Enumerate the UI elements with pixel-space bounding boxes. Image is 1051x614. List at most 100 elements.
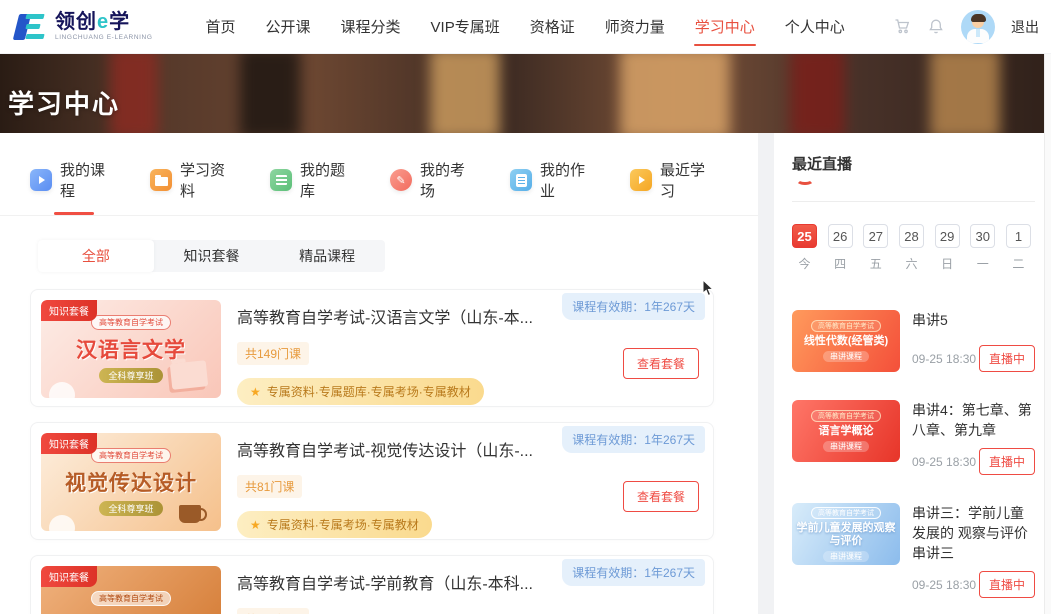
calendar-day-29[interactable]: 29 日 [935,224,960,272]
panel-gap [758,133,774,614]
calendar-day-28[interactable]: 28 六 [899,224,924,272]
filter-tab-premium-courses[interactable]: 精品课程 [269,240,385,272]
calendar-day-30[interactable]: 30 一 [970,224,995,272]
tab-recent-learning[interactable]: 最近学习 [630,159,714,215]
live-sidebar: 最近直播 25 今 26 四 27 五 28 六 29 日 [774,133,1051,614]
live-thumbnail[interactable]: 高等教育自学考试 学前儿童发展的观察与评价 串讲课程 [792,503,900,565]
course-card[interactable]: 知识套餐 高等教育自学考试 学前教育 高等教育自学考试-学前教育（山东-本科..… [30,555,714,614]
course-title: 高等教育自学考试-汉语言文学（山东-本... [237,304,533,328]
play-icon [30,169,52,191]
thumbnail-ribbon: 全科尊享班 [99,368,162,383]
course-thumbnail[interactable]: 知识套餐 高等教育自学考试 视觉传达设计 全科尊享班 [41,433,221,531]
cart-icon[interactable] [893,18,911,36]
user-avatar[interactable] [961,10,995,44]
logout-button[interactable]: 退出 [1011,17,1039,37]
live-time: 09-25 18:30 [912,455,976,469]
nav-item-faculty[interactable]: 师资力量 [590,0,680,53]
thumbnail-title: 视觉传达设计 [65,467,197,497]
tv-play-icon [630,169,652,191]
pencil-icon: ✎ [390,169,412,191]
live-title: 串讲4：第七章、第八章、第九章 [912,400,1035,440]
divider [792,201,1035,202]
live-title: 串讲三：学前儿童发展的 观察与评价串讲三 [912,503,1035,563]
nav-item-learning-center[interactable]: 学习中心 [680,0,770,53]
live-calendar: 25 今 26 四 27 五 28 六 29 日 30 一 [792,224,1035,272]
filter-tab-all[interactable]: 全部 [38,240,154,272]
live-time: 09-25 18:30 [912,578,976,592]
live-panel-title: 最近直播 [792,153,1035,174]
star-icon: ★ [250,385,261,399]
live-thumbnail[interactable]: 高等教育自学考试 线性代数(经管类) 串讲课程 [792,310,900,372]
tab-exam-room[interactable]: ✎ 我的考场 [390,159,474,215]
nav-item-certificates[interactable]: 资格证 [515,0,590,53]
live-thumbnail[interactable]: 高等教育自学考试 语言学概论 串讲课程 [792,400,900,462]
brand-logo-icon [14,13,48,41]
course-title: 高等教育自学考试-学前教育（山东-本科... [237,570,533,594]
features-pill: ★ 专属资料·专属题库·专属考场·专属教材 [237,378,484,405]
calendar-day-26[interactable]: 26 四 [828,224,853,272]
thumbnail-tag: 高等教育自学考试 [91,448,171,463]
nav-item-personal-center[interactable]: 个人中心 [770,0,860,53]
nav-item-course-categories[interactable]: 课程分类 [326,0,416,53]
title-underline-arc [796,175,814,185]
hero-banner: 学习中心 [0,54,1051,133]
tab-study-materials[interactable]: 学习资料 [150,159,234,215]
top-navbar: 领创e学 LINGCHUANG E-LEARNING 首页 公开课 课程分类 V… [0,0,1051,54]
tab-question-bank[interactable]: 我的题库 [270,159,354,215]
package-badge: 知识套餐 [41,433,97,454]
calendar-day-27[interactable]: 27 五 [863,224,888,272]
cup-illustration [179,505,201,523]
nav-item-vip-class[interactable]: VIP专属班 [416,0,515,53]
thumbnail-ribbon: 全科尊享班 [99,501,162,516]
validity-badge: 课程有效期：1年267天 [562,559,705,586]
page-title: 学习中心 [8,84,120,121]
course-thumbnail[interactable]: 知识套餐 高等教育自学考试 汉语言文学 全科尊享班 [41,300,221,398]
live-now-button[interactable]: 直播中 [979,571,1035,598]
nav-item-home[interactable]: 首页 [190,0,250,53]
nav-item-open-courses[interactable]: 公开课 [251,0,326,53]
package-badge: 知识套餐 [41,300,97,321]
view-package-button[interactable]: 查看套餐 [623,348,699,379]
tab-homework[interactable]: 我的作业 [510,159,594,215]
live-item[interactable]: 高等教育自学考试 学前儿童发展的观察与评价 串讲课程 串讲三：学前儿童发展的 观… [792,503,1035,598]
thumbnail-title: 学前教育 [87,610,175,614]
main-nav: 首页 公开课 课程分类 VIP专属班 资格证 师资力量 学习中心 个人中心 [190,0,859,53]
thumbnail-title: 汉语言文学 [76,334,186,364]
filter-tabs: 全部 知识套餐 精品课程 [38,240,385,272]
tab-my-courses[interactable]: 我的课程 [30,159,114,215]
course-list: 知识套餐 高等教育自学考试 汉语言文学 全科尊享班 高等教育自学考试-汉语言文学… [30,289,714,614]
package-badge: 知识套餐 [41,566,97,587]
course-count-tag: 共81门课 [237,475,302,498]
live-now-button[interactable]: 直播中 [979,345,1035,372]
view-package-button[interactable]: 查看套餐 [623,481,699,512]
live-item[interactable]: 高等教育自学考试 语言学概论 串讲课程 串讲4：第七章、第八章、第九章 09-2… [792,400,1035,475]
folder-icon [150,169,172,191]
thumbnail-tag: 高等教育自学考试 [91,315,171,330]
brand-logo[interactable]: 领创e学 LINGCHUANG E-LEARNING [14,12,152,42]
scrollbar[interactable] [1044,54,1051,614]
course-card[interactable]: 知识套餐 高等教育自学考试 视觉传达设计 全科尊享班 高等教育自学考试-视觉传达… [30,422,714,540]
main-panel: 我的课程 学习资料 我的题库 ✎ 我的考场 我的作业 最近学习 [0,133,758,614]
course-thumbnail[interactable]: 知识套餐 高等教育自学考试 学前教育 [41,566,221,614]
features-pill: ★ 专属资料·专属考场·专属教材 [237,511,432,538]
folder-illustration [170,360,209,390]
course-count-tag: 共149门课 [237,342,309,365]
filter-tab-knowledge-package[interactable]: 知识套餐 [154,240,270,272]
calendar-day-1[interactable]: 1 二 [1006,224,1031,272]
live-title: 串讲5 [912,310,1035,330]
course-card[interactable]: 知识套餐 高等教育自学考试 汉语言文学 全科尊享班 高等教育自学考试-汉语言文学… [30,289,714,407]
brand-subtitle: LINGCHUANG E-LEARNING [55,35,152,42]
star-icon: ★ [250,518,261,532]
calendar-day-25[interactable]: 25 今 [792,224,817,272]
document-icon [510,169,532,191]
bell-icon[interactable] [927,18,945,36]
course-count-tag: 共139门课 [237,608,309,614]
validity-badge: 课程有效期：1年267天 [562,293,705,320]
live-item[interactable]: 高等教育自学考试 线性代数(经管类) 串讲课程 串讲5 09-25 18:30 … [792,310,1035,372]
book-lines-icon [270,169,292,191]
brand-name: 领创e学 [55,12,152,32]
live-time: 09-25 18:30 [912,352,976,366]
live-now-button[interactable]: 直播中 [979,448,1035,475]
course-title: 高等教育自学考试-视觉传达设计（山东-... [237,437,533,461]
validity-badge: 课程有效期：1年267天 [562,426,705,453]
